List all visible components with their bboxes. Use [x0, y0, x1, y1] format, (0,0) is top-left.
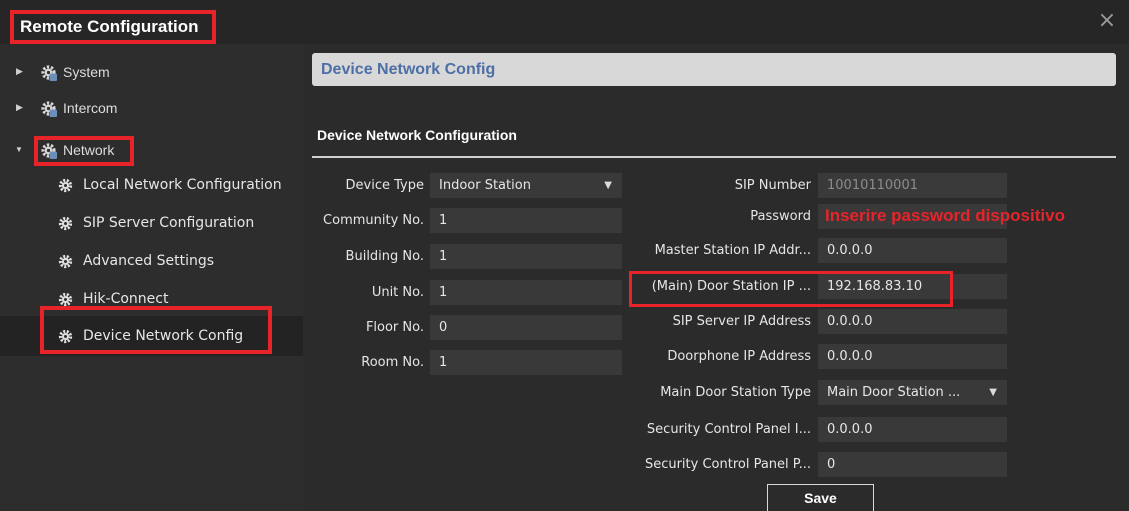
- sidebar-item-intercom[interactable]: ▶ Intercom: [0, 90, 303, 126]
- main-door-station-type-label: Main Door Station Type: [660, 385, 811, 400]
- sidebar-item-sip-server-configuration[interactable]: SIP Server Configuration: [0, 205, 303, 243]
- sidebar-item-advanced-settings[interactable]: Advanced Settings: [0, 243, 303, 281]
- floor-no-input[interactable]: 0: [430, 315, 622, 340]
- unit-no-input[interactable]: 1: [430, 280, 622, 305]
- remote-configuration-window: Remote Configuration × ▶ System ▶ Interc…: [0, 0, 1129, 511]
- sip-number-label: SIP Number: [734, 178, 811, 193]
- room-no-input[interactable]: 1: [430, 350, 622, 375]
- password-annotation: Inserire password dispositivo: [825, 206, 1065, 225]
- main-content: Device Network Config Device Network Con…: [303, 44, 1129, 511]
- device-type-value: Indoor Station: [439, 178, 531, 193]
- sip-server-ip-input[interactable]: 0.0.0.0: [818, 309, 1007, 334]
- main-door-station-type-value: Main Door Station ...: [827, 385, 961, 400]
- chevron-down-icon[interactable]: ▼: [604, 173, 612, 198]
- sidebar-item-label: Intercom: [63, 100, 118, 116]
- doorphone-ip-label: Doorphone IP Address: [667, 349, 811, 364]
- door-station-ip-highlight-box: [629, 271, 953, 307]
- unit-no-label: Unit No.: [371, 285, 424, 300]
- sidebar-item-label: System: [63, 64, 110, 80]
- sidebar-item-local-network-configuration[interactable]: Local Network Configuration: [0, 167, 303, 205]
- chevron-right-icon[interactable]: ▶: [16, 66, 23, 77]
- sidebar-item-system[interactable]: ▶ System: [0, 54, 303, 90]
- security-control-panel-port-input[interactable]: 0: [818, 452, 1007, 477]
- community-no-input[interactable]: 1: [430, 208, 622, 233]
- chevron-down-icon[interactable]: ▼: [15, 145, 23, 154]
- sip-server-ip-label: SIP Server IP Address: [672, 314, 811, 329]
- security-control-panel-ip-label: Security Control Panel I...: [646, 422, 811, 437]
- main-door-station-type-select[interactable]: Main Door Station ... ▼: [818, 380, 1007, 405]
- section-title: Device Network Configuration: [317, 127, 517, 143]
- title-bar: Remote Configuration ×: [0, 0, 1129, 44]
- device-type-select[interactable]: Indoor Station ▼: [430, 173, 622, 198]
- gear-icon: [58, 178, 73, 193]
- gear-icon: [40, 100, 57, 117]
- building-no-input[interactable]: 1: [430, 244, 622, 269]
- sidebar-item-label: Advanced Settings: [83, 253, 215, 269]
- password-label: Password: [750, 209, 811, 224]
- building-no-label: Building No.: [345, 249, 424, 264]
- sidebar-item-label: Hik-Connect: [83, 291, 169, 307]
- sidebar-item-label: Local Network Configuration: [83, 177, 282, 193]
- save-button[interactable]: Save: [767, 484, 874, 511]
- section-divider: [312, 156, 1116, 158]
- community-no-label: Community No.: [323, 213, 424, 228]
- gear-icon: [58, 216, 73, 231]
- floor-no-label: Floor No.: [365, 320, 424, 335]
- sidebar-tree: ▶ System ▶ Intercom ▼ Network Local Netw…: [0, 44, 303, 509]
- master-station-ip-input[interactable]: 0.0.0.0: [818, 238, 1007, 263]
- sip-number-input[interactable]: 10010110001: [818, 173, 1007, 198]
- chevron-down-icon[interactable]: ▼: [989, 380, 997, 405]
- window-title: Remote Configuration: [10, 10, 216, 44]
- master-station-ip-label: Master Station IP Addr...: [654, 243, 811, 258]
- security-control-panel-port-label: Security Control Panel P...: [644, 457, 811, 472]
- room-no-label: Room No.: [361, 355, 424, 370]
- network-highlight-box: [34, 136, 134, 166]
- gear-icon: [58, 292, 73, 307]
- device-type-label: Device Type: [345, 178, 424, 193]
- gear-icon: [58, 254, 73, 269]
- security-control-panel-ip-input[interactable]: 0.0.0.0: [818, 417, 1007, 442]
- device-network-config-highlight-box: [40, 306, 272, 354]
- sidebar-item-label: SIP Server Configuration: [83, 215, 255, 231]
- close-icon[interactable]: ×: [1097, 10, 1117, 32]
- chevron-right-icon[interactable]: ▶: [16, 102, 23, 113]
- gear-icon: [40, 64, 57, 81]
- doorphone-ip-input[interactable]: 0.0.0.0: [818, 344, 1007, 369]
- panel-header: Device Network Config: [312, 53, 1116, 86]
